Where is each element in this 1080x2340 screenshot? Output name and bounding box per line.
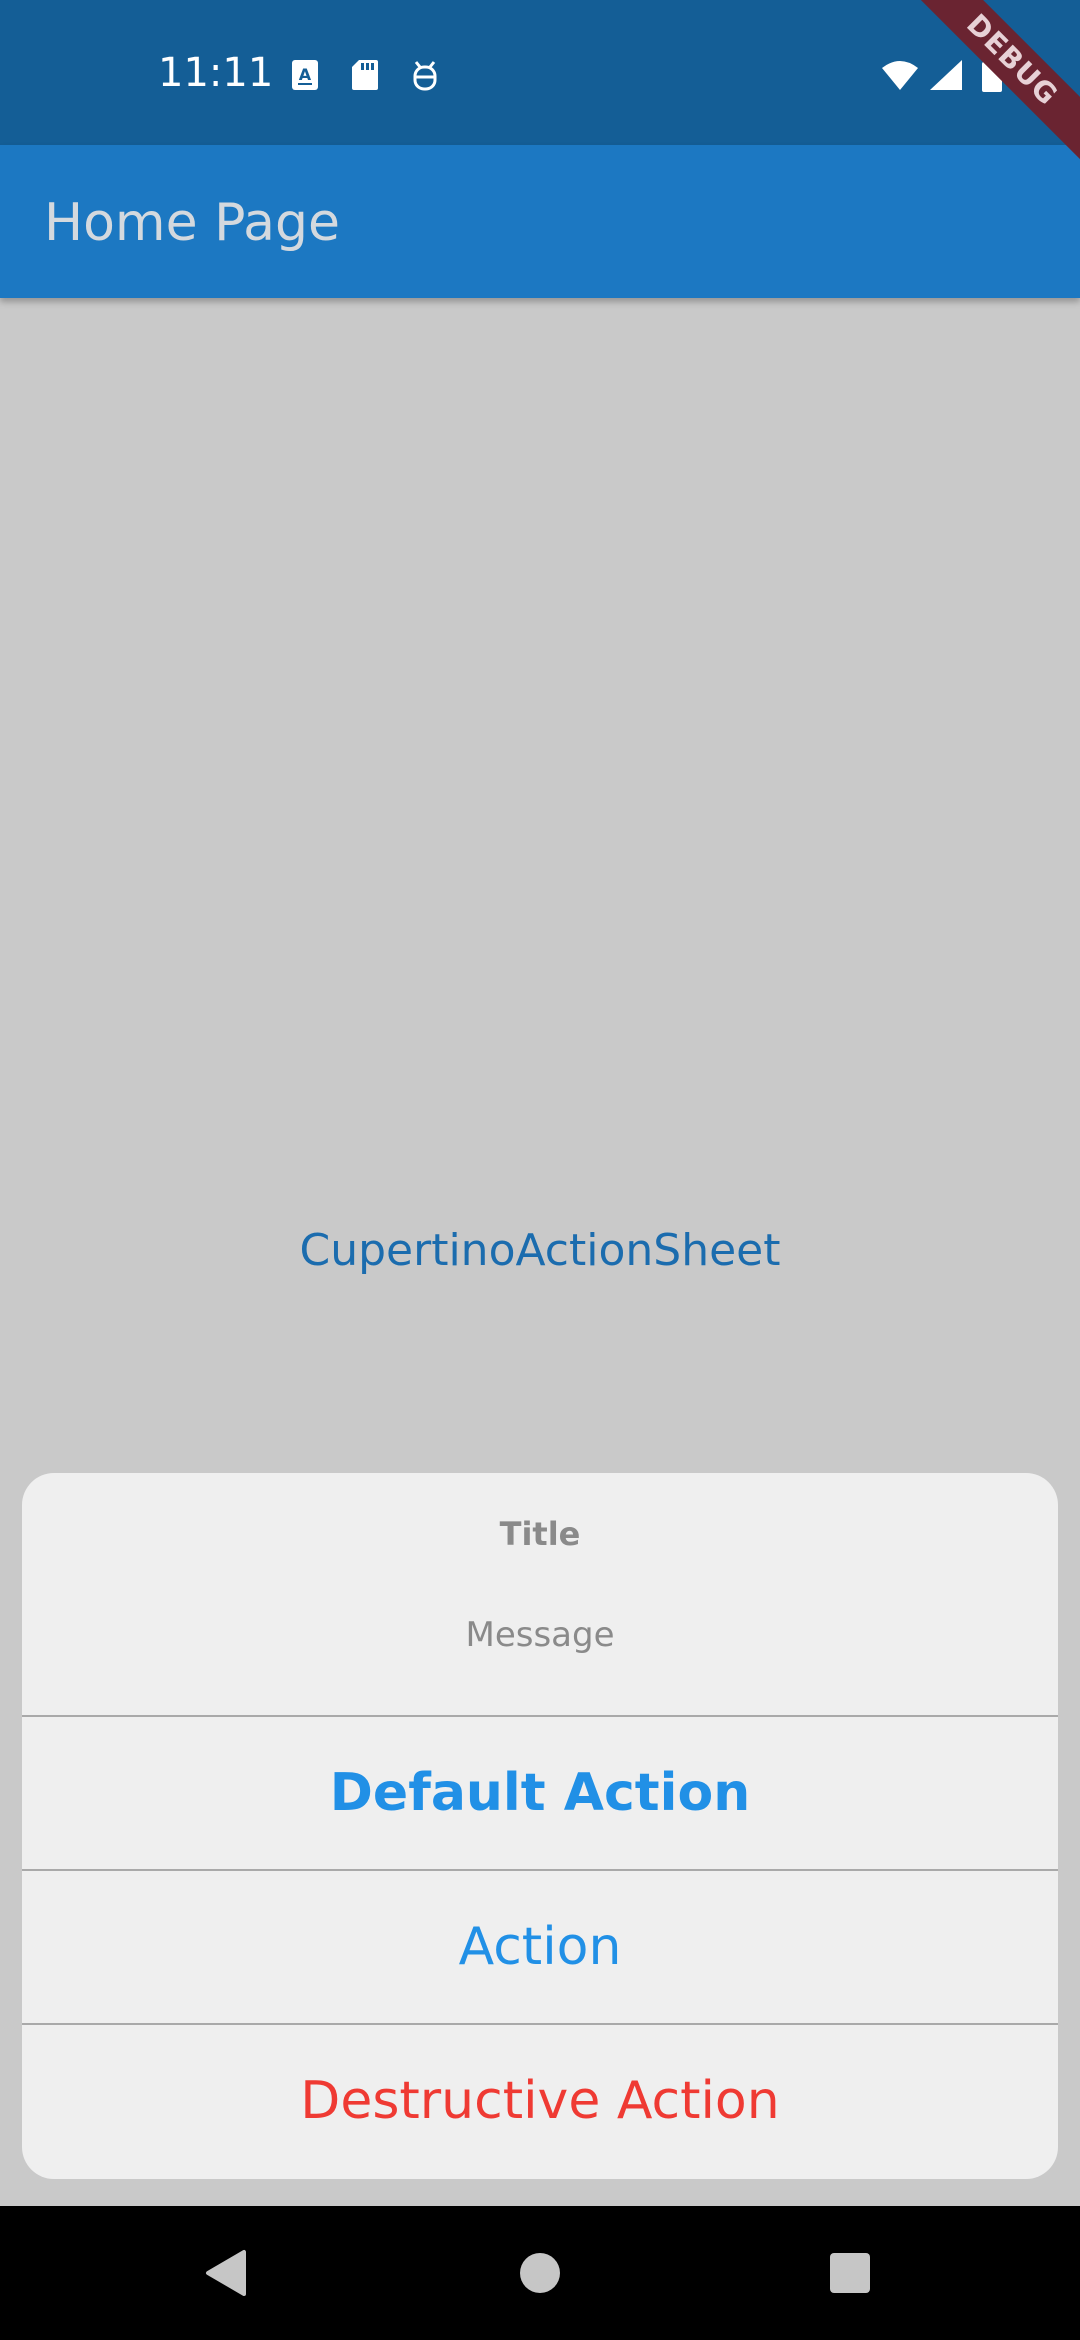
- action-sheet-header: Title Message: [22, 1473, 1058, 1715]
- cupertino-action-sheet-button[interactable]: CupertinoActionSheet: [0, 1225, 1080, 1276]
- recents-icon[interactable]: [790, 2206, 910, 2340]
- app-bar: Home Page: [0, 145, 1080, 298]
- svg-text:A: A: [299, 65, 312, 84]
- wifi-icon: [880, 58, 920, 92]
- screen: 11:11 A Home Page DEBUG CupertinoActionS…: [0, 0, 1080, 2340]
- default-action-button[interactable]: Default Action: [22, 1715, 1058, 1869]
- action-button[interactable]: Action: [22, 1869, 1058, 2023]
- home-icon[interactable]: [480, 2206, 600, 2340]
- status-time: 11:11: [158, 50, 274, 96]
- a-letter-icon: A: [290, 58, 320, 92]
- sd-card-icon: [350, 58, 380, 92]
- back-icon[interactable]: [166, 2206, 286, 2340]
- destructive-action-button[interactable]: Destructive Action: [22, 2023, 1058, 2177]
- bug-icon: [410, 58, 440, 92]
- navigation-bar: [0, 2206, 1080, 2340]
- action-sheet-message: Message: [465, 1615, 615, 1655]
- signal-icon: [928, 58, 964, 92]
- action-sheet-title: Title: [499, 1515, 581, 1553]
- page-title: Home Page: [44, 193, 340, 253]
- status-bar: 11:11 A: [0, 0, 1080, 145]
- action-sheet: Title Message Default Action Action Dest…: [22, 1473, 1058, 2179]
